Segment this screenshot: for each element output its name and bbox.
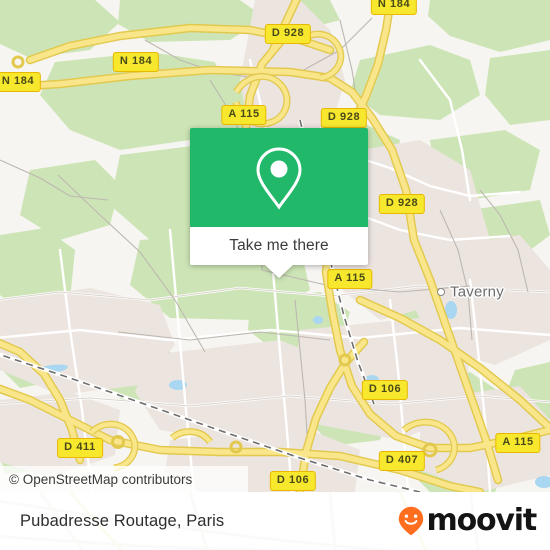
road-shield: D 928 — [320, 108, 368, 128]
destination-popup[interactable]: Take me there — [190, 128, 368, 278]
road-shield: D 407 — [378, 451, 426, 471]
road-shield: D 411 — [57, 438, 103, 458]
road-shield: D 928 — [264, 24, 312, 44]
road-shield: D 928 — [378, 194, 426, 214]
moovit-wordmark: moovit — [426, 503, 538, 538]
location-title: Pubadresse Routage, Paris — [20, 511, 225, 530]
road-shield: A 115 — [495, 433, 541, 453]
popup-icon-panel — [190, 128, 368, 227]
take-me-there-label: Take me there — [229, 237, 329, 254]
road-shield: D 106 — [361, 380, 409, 400]
attribution-text: © OpenStreetMap contributors — [9, 471, 193, 487]
road-shield: A 115 — [221, 105, 267, 125]
road-shield: N 184 — [112, 52, 160, 72]
road-shield: N 184 — [0, 72, 42, 92]
moovit-logo[interactable]: moovit — [398, 503, 538, 538]
road-shield: D 106 — [269, 471, 317, 491]
place-dot-taverny — [437, 288, 445, 296]
road-shield: N 184 — [370, 0, 418, 15]
map-canvas[interactable]: N 184 N 184 N 184 D 928 D 928 A 115 D 92… — [0, 0, 550, 492]
map-attribution[interactable]: © OpenStreetMap contributors — [0, 466, 248, 492]
take-me-there-button[interactable]: Take me there — [190, 227, 368, 265]
moovit-pin-icon — [398, 506, 423, 536]
footer-bar: Pubadresse Routage, Paris moovit — [0, 492, 550, 550]
road-shield: A 115 — [327, 269, 373, 289]
map-pin-icon — [256, 146, 302, 210]
place-label-taverny: Taverny — [450, 283, 504, 301]
popup-tail — [265, 265, 293, 278]
moovit-map-screen: N 184 N 184 N 184 D 928 D 928 A 115 D 92… — [0, 0, 550, 550]
